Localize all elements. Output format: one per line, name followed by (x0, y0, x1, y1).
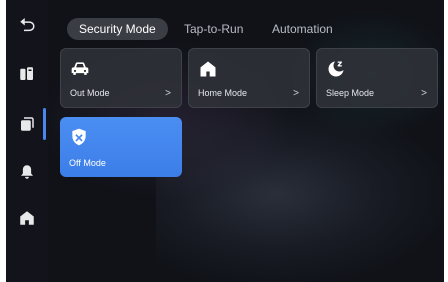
back-button[interactable] (6, 6, 48, 42)
tab-security-mode[interactable]: Security Mode (67, 18, 168, 40)
screen: Security Mode Tap-to-Run Automation Out … (6, 0, 444, 282)
shield-off-icon (69, 127, 89, 147)
chevron-right-icon: > (165, 88, 171, 99)
sidebar-active-indicator (43, 108, 46, 140)
moon-icon (326, 59, 346, 79)
home-icon (20, 211, 34, 225)
sidebar-item-home[interactable] (6, 200, 48, 236)
scenes-icon (21, 117, 34, 131)
sidebar-item-scenes[interactable] (6, 106, 48, 142)
out-mode-card[interactable]: Out Mode > (60, 48, 182, 108)
sidebar-item-devices[interactable] (6, 56, 48, 92)
chevron-right-icon: > (293, 88, 299, 99)
chevron-right-icon: > (421, 88, 427, 99)
tab-tap-to-run[interactable]: Tap-to-Run (184, 18, 243, 40)
card-label: Out Mode (70, 88, 110, 98)
sleep-mode-card[interactable]: Sleep Mode > (316, 48, 438, 108)
tab-automation[interactable]: Automation (272, 18, 333, 40)
off-mode-card[interactable]: Off Mode (60, 117, 182, 177)
card-label: Sleep Mode (326, 88, 375, 98)
card-label: Off Mode (69, 158, 106, 168)
devices-icon (20, 67, 33, 80)
sidebar-item-notifications[interactable] (6, 154, 48, 190)
car-icon (70, 59, 90, 79)
back-arrow-icon (20, 18, 35, 32)
house-icon (198, 59, 218, 79)
bell-icon (21, 165, 33, 179)
home-mode-card[interactable]: Home Mode > (188, 48, 310, 108)
card-label: Home Mode (198, 88, 248, 98)
sidebar (6, 0, 48, 282)
